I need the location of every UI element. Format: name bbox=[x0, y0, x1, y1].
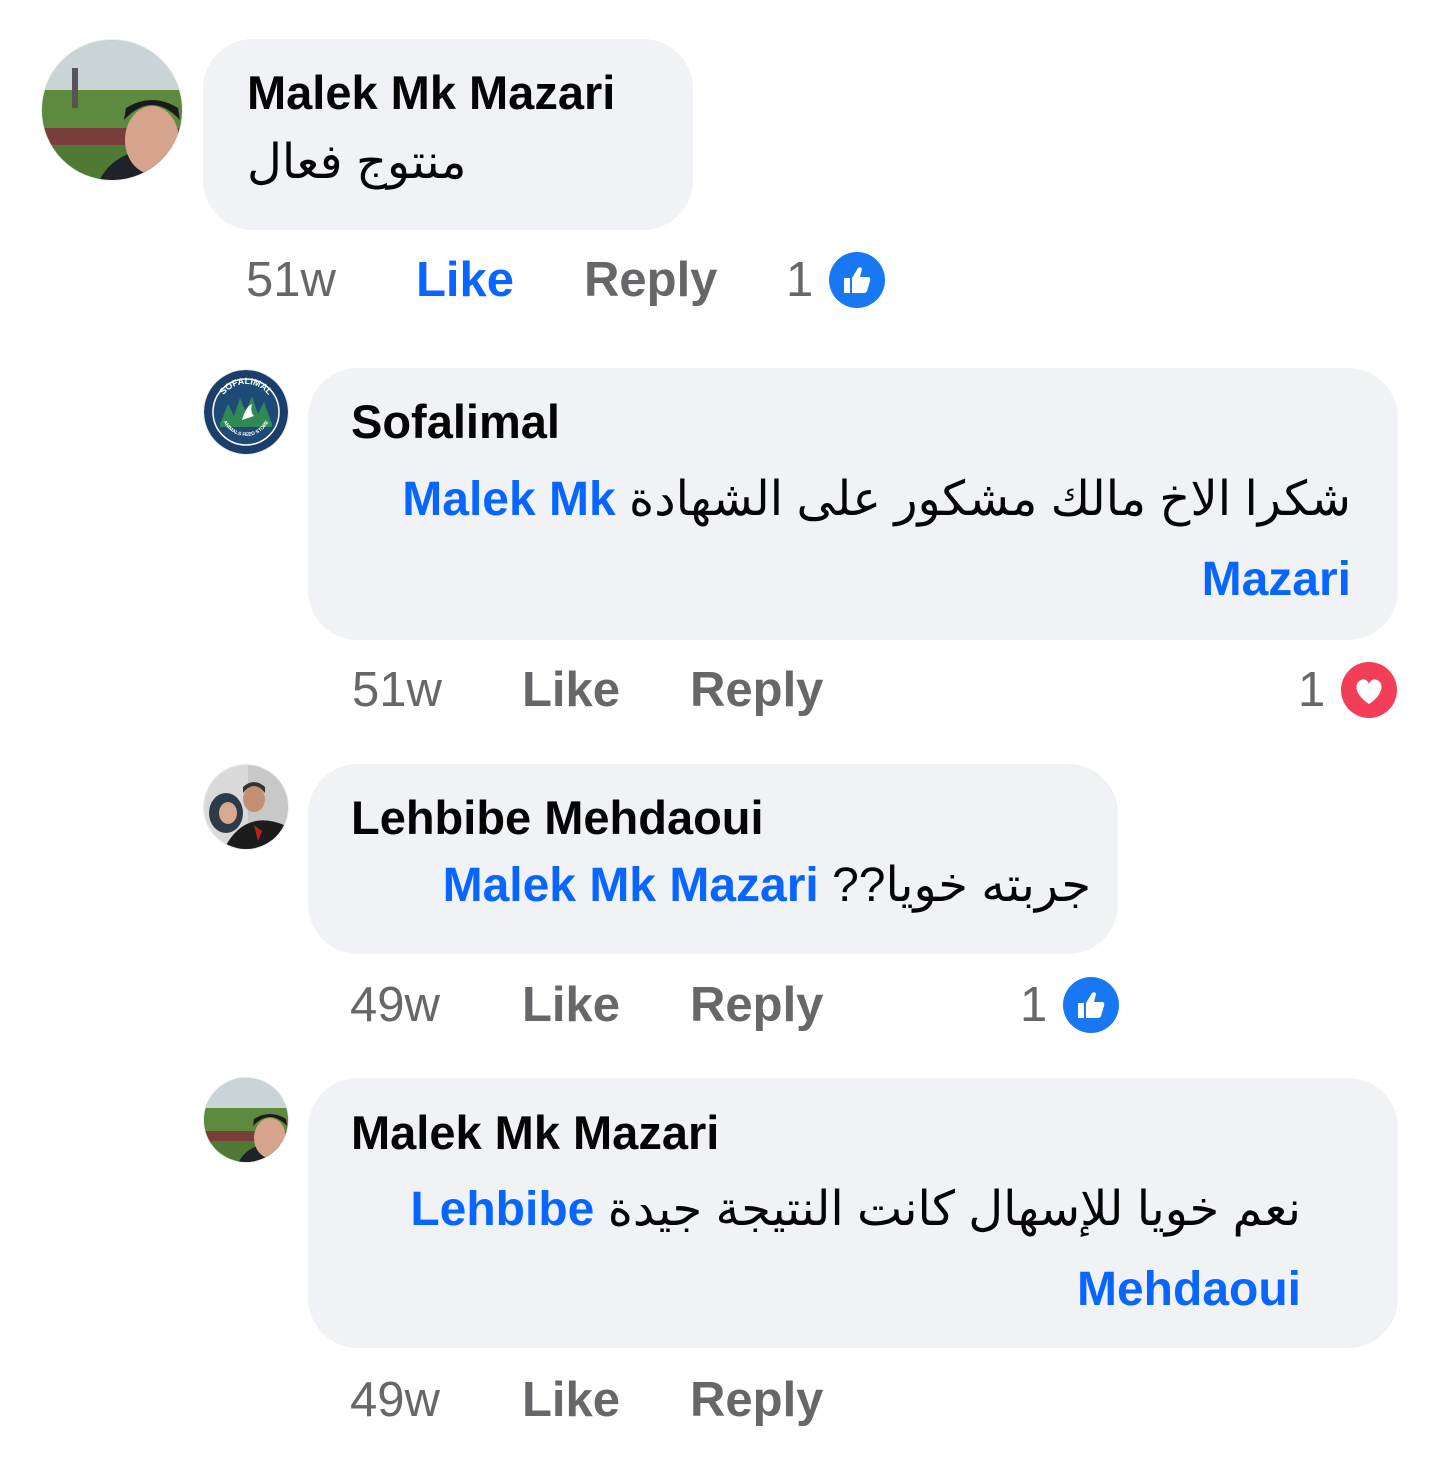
comment-timestamp[interactable]: 51w bbox=[246, 250, 336, 310]
reply-body-text: نعم خويا للإسهال كانت النتيجة جيدة bbox=[607, 1183, 1301, 1236]
comment-author[interactable]: Lehbibe Mehdaoui bbox=[351, 790, 764, 846]
reply-body-text: جربته خويا?? bbox=[832, 859, 1091, 912]
avatar-lehbibe[interactable] bbox=[204, 765, 288, 849]
like-button[interactable]: Like bbox=[522, 660, 620, 720]
reply-button[interactable]: Reply bbox=[690, 975, 823, 1035]
comment-author[interactable]: Malek Mk Mazari bbox=[351, 1105, 719, 1161]
reply-bubble: Malek Mk Mazari نعم خويا للإسهال كانت ال… bbox=[308, 1078, 1398, 1348]
comment-text: جربته خويا?? Malek Mk Mazari bbox=[351, 854, 1091, 918]
sofalimal-logo-icon: SOFALIMAL ANIMALS FEED STORE bbox=[204, 370, 288, 454]
like-thumb-icon bbox=[829, 252, 885, 308]
avatar-malek[interactable] bbox=[42, 40, 182, 180]
reaction-count: 1 bbox=[786, 253, 814, 307]
avatar-photo-icon bbox=[204, 1078, 288, 1162]
like-thumb-icon bbox=[1063, 977, 1119, 1033]
reply-button[interactable]: Reply bbox=[690, 1370, 823, 1430]
like-button[interactable]: Like bbox=[416, 250, 514, 310]
reply-button[interactable]: Reply bbox=[690, 660, 823, 720]
reaction-summary[interactable]: 1 bbox=[786, 250, 896, 310]
comment-actions: 51w Like Reply bbox=[352, 660, 1052, 720]
comment-timestamp[interactable]: 49w bbox=[350, 975, 440, 1035]
comment-text: منتوج فعال bbox=[247, 136, 467, 189]
mention-link[interactable]: Malek Mk Mazari bbox=[443, 859, 819, 912]
reply-button[interactable]: Reply bbox=[584, 250, 717, 310]
reaction-summary[interactable]: 1 bbox=[1298, 660, 1400, 720]
comment-text: نعم خويا للإسهال كانت النتيجة جيدة Lehbi… bbox=[351, 1170, 1301, 1330]
reply-body-text: شكرا الاخ مالك مشكور على الشهادة bbox=[629, 473, 1351, 526]
reaction-count: 1 bbox=[1298, 663, 1326, 717]
avatar-sofalimal[interactable]: SOFALIMAL ANIMALS FEED STORE bbox=[204, 370, 288, 454]
reaction-count: 1 bbox=[1020, 978, 1048, 1032]
reaction-summary[interactable]: 1 bbox=[1020, 975, 1122, 1035]
comment-text: شكرا الاخ مالك مشكور على الشهادة Malek M… bbox=[351, 460, 1351, 620]
comment-actions: 49w Like Reply bbox=[350, 975, 950, 1035]
comment-actions: 49w Like Reply bbox=[350, 1370, 950, 1430]
avatar-photo-icon bbox=[204, 765, 288, 849]
like-button[interactable]: Like bbox=[522, 975, 620, 1035]
love-heart-icon bbox=[1341, 662, 1397, 718]
comment-author[interactable]: Malek Mk Mazari bbox=[247, 65, 615, 121]
comment-author[interactable]: Sofalimal bbox=[351, 394, 560, 450]
reply-bubble: Lehbibe Mehdaoui جربته خويا?? Malek Mk M… bbox=[308, 764, 1118, 954]
reply-bubble: Sofalimal شكرا الاخ مالك مشكور على الشها… bbox=[308, 368, 1398, 640]
comment-timestamp[interactable]: 49w bbox=[350, 1370, 440, 1430]
avatar-malek[interactable] bbox=[204, 1078, 288, 1162]
like-button[interactable]: Like bbox=[522, 1370, 620, 1430]
comment-timestamp[interactable]: 51w bbox=[352, 660, 442, 720]
comment-bubble: Malek Mk Mazari منتوج فعال bbox=[203, 39, 693, 230]
avatar-photo-icon bbox=[42, 40, 182, 180]
